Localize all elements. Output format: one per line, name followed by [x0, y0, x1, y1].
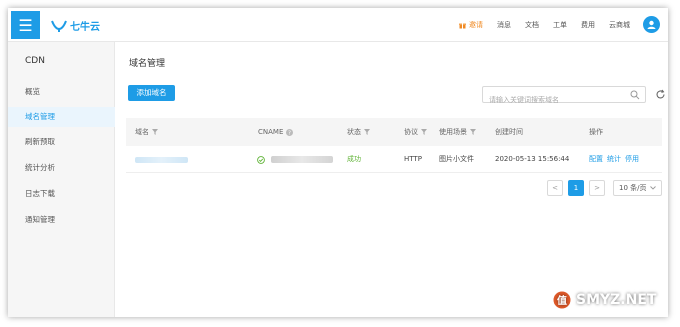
brand-name: 七牛云	[70, 22, 100, 33]
search-icon[interactable]	[630, 90, 640, 100]
sidebar: CDN 概览 域名管理 刷新预取 统计分析 日志下载 通知管理	[8, 42, 115, 317]
sidebar-item-notifications[interactable]: 通知管理	[8, 210, 115, 230]
column-cname: CNAME ?	[258, 118, 294, 146]
gift-icon	[459, 23, 466, 28]
disable-link[interactable]: 停用	[625, 155, 639, 163]
protocol-value: HTTP	[404, 155, 422, 163]
watermark: 值 SMYZ.NET	[552, 290, 656, 310]
watermark-logo-icon: 值	[552, 290, 572, 310]
sidebar-title: CDN	[25, 56, 45, 66]
refresh-icon[interactable]	[655, 89, 666, 100]
chevron-down-icon	[650, 186, 656, 190]
page-1-button[interactable]: 1	[568, 180, 584, 196]
sidebar-item-statistics[interactable]: 统计分析	[8, 158, 115, 178]
nav-item-marketplace[interactable]: 云商城	[609, 20, 630, 30]
statistics-link[interactable]: 统计	[607, 155, 621, 163]
check-circle-icon	[257, 156, 265, 164]
filter-icon[interactable]	[470, 129, 476, 135]
created-value: 2020-05-13 15:56:44	[495, 155, 570, 163]
table-header: 域名 CNAME ? 状态 协议 使用场景 创建时间 操作	[126, 118, 662, 146]
sidebar-item-log-download[interactable]: 日志下载	[8, 184, 115, 204]
column-domain: 域名	[135, 118, 158, 146]
add-domain-button[interactable]: 添加域名	[128, 85, 175, 101]
nav-item-billing[interactable]: 费用	[581, 20, 595, 30]
menu-icon[interactable]: ☰	[11, 11, 40, 39]
next-page-button[interactable]: >	[589, 180, 605, 196]
sidebar-item-refresh-prefetch[interactable]: 刷新预取	[8, 132, 115, 152]
status-value: 成功	[347, 155, 361, 163]
nav-item-messages[interactable]: 消息	[497, 20, 511, 30]
nav-item-docs[interactable]: 文档	[525, 20, 539, 30]
column-created: 创建时间	[495, 128, 523, 136]
search-box	[482, 86, 646, 108]
page-title: 域名管理	[129, 59, 166, 69]
filter-icon[interactable]	[421, 129, 427, 135]
avatar[interactable]	[643, 16, 660, 33]
domain-link-redacted[interactable]	[135, 157, 188, 163]
row-actions: 配置 统计 停用	[589, 146, 643, 173]
filter-icon[interactable]	[364, 129, 370, 135]
column-status: 状态	[347, 118, 370, 146]
table-row: 成功 HTTP 图片小文件 2020-05-13 15:56:44 配置 统计 停用	[126, 146, 662, 173]
top-nav: 邀请 消息 文档 工单 费用 云商城	[459, 20, 630, 30]
top-bar: ☰ 七牛云 邀请 消息 文档 工单 费用 云商城	[8, 8, 668, 42]
main-content: 域名管理 添加域名 域名 CNAME ? 状态 协议	[115, 42, 668, 317]
nav-item-invite[interactable]: 邀请	[459, 20, 483, 30]
prev-page-button[interactable]: <	[547, 180, 563, 196]
brand-logo[interactable]: 七牛云	[51, 18, 100, 33]
help-icon[interactable]: ?	[286, 128, 294, 136]
scene-value: 图片小文件	[439, 155, 474, 163]
sidebar-item-overview[interactable]: 概览	[8, 82, 115, 102]
search-input[interactable]	[483, 92, 623, 108]
user-icon	[647, 20, 656, 29]
configure-link[interactable]: 配置	[589, 155, 603, 163]
svg-text:值: 值	[557, 294, 567, 307]
column-protocol: 协议	[404, 118, 427, 146]
page-size-select[interactable]: 10 条/页	[613, 180, 662, 196]
column-scene: 使用场景	[439, 118, 476, 146]
cname-value-redacted	[271, 156, 333, 163]
nav-item-tickets[interactable]: 工单	[553, 20, 567, 30]
svg-text:?: ?	[288, 130, 291, 135]
qiniu-logo-icon	[51, 20, 67, 32]
sidebar-item-domains[interactable]: 域名管理	[8, 107, 115, 127]
app-window: ☰ 七牛云 邀请 消息 文档 工单 费用 云商城 CDN 概览 域名管理 刷新预…	[8, 8, 668, 317]
filter-icon[interactable]	[152, 129, 158, 135]
column-actions: 操作	[589, 128, 603, 136]
